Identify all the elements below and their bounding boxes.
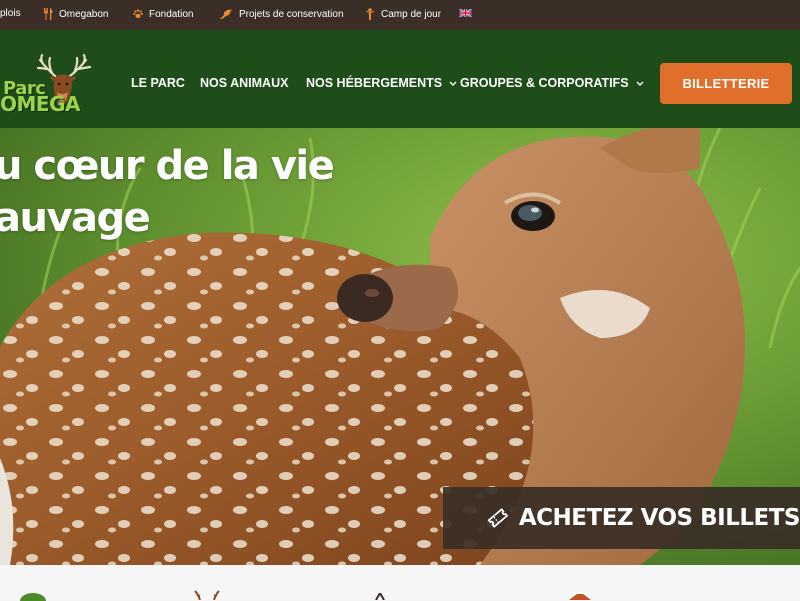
ticket-icon xyxy=(487,508,509,528)
child-icon xyxy=(366,8,374,20)
feature-icons-strip xyxy=(0,565,800,601)
deer-antlers-icon xyxy=(194,590,220,600)
topbar-link-conservation[interactable]: Projets de conservation xyxy=(219,8,344,20)
hero-title: u cœur de la vie auvage xyxy=(0,140,335,244)
hero-title-line1: u cœur de la vie xyxy=(0,143,335,189)
fork-knife-icon xyxy=(44,8,53,20)
topbar-link-emplois[interactable]: plois xyxy=(0,8,21,19)
topbar-link-omegabon[interactable]: Omegabon xyxy=(43,8,108,20)
nav-groupes-corporatifs[interactable]: GROUPES & CORPORATIFS xyxy=(460,76,644,90)
tent-icon xyxy=(375,593,385,600)
topbar-link-label: plois xyxy=(0,8,21,19)
chevron-down-icon xyxy=(449,81,457,86)
nav-nos-hebergements[interactable]: NOS HÉBERGEMENTS xyxy=(306,76,457,90)
main-header: Parc OMEGA LE PARC NOS ANIMAUX NOS HÉBER… xyxy=(0,30,800,128)
nav-label: NOS ANIMAUX xyxy=(200,76,289,90)
nav-le-parc[interactable]: LE PARC xyxy=(131,76,185,90)
topbar-link-camp[interactable]: Camp de jour xyxy=(365,8,441,20)
bird-icon xyxy=(220,9,232,19)
nav-nos-animaux[interactable]: NOS ANIMAUX xyxy=(200,76,288,90)
logo-text-omega: OMEGA xyxy=(0,92,80,116)
paw-icon xyxy=(133,9,143,18)
nav-label: LE PARC xyxy=(131,76,185,90)
topbar-link-label: Camp de jour xyxy=(381,8,442,20)
topbar-link-label: Projets de conservation xyxy=(239,8,344,20)
chevron-down-icon xyxy=(636,81,644,86)
buy-tickets-button[interactable]: ACHETEZ VOS BILLETS xyxy=(443,487,800,549)
buy-tickets-label: ACHETEZ VOS BILLETS xyxy=(518,505,800,531)
campfire-icon xyxy=(569,594,591,600)
hero-title-line2: auvage xyxy=(0,195,151,241)
topbar-link-fondation[interactable]: Fondation xyxy=(133,8,193,20)
hero-section: u cœur de la vie auvage ACHETEZ VOS BILL… xyxy=(0,128,800,565)
top-bar: plois Omegabon Fondation Projets de cons… xyxy=(0,0,800,30)
topbar-link-label: Omegabon xyxy=(59,8,109,20)
uk-flag-icon[interactable] xyxy=(459,9,472,17)
topbar-link-label: Fondation xyxy=(149,8,194,20)
billetterie-button[interactable]: BILLETTERIE xyxy=(660,63,792,104)
nav-label: GROUPES & CORPORATIFS xyxy=(460,76,629,90)
nav-label: NOS HÉBERGEMENTS xyxy=(306,76,443,90)
